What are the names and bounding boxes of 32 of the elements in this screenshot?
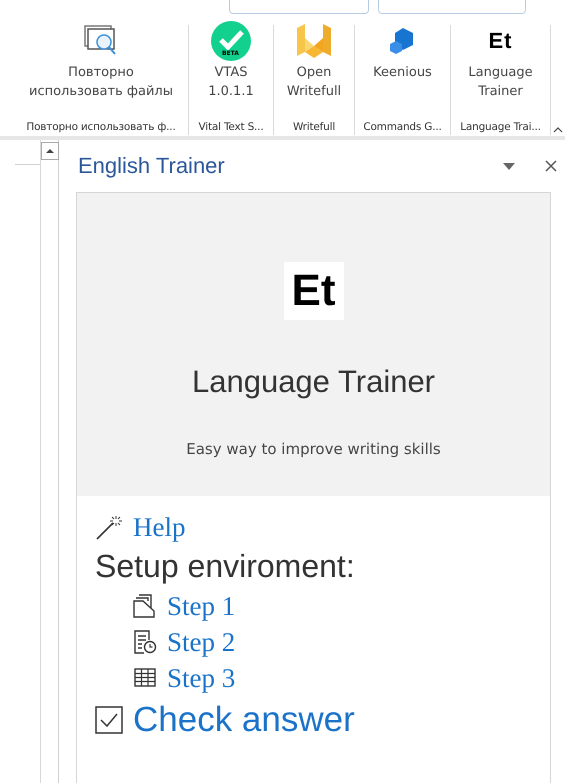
pane-title: English Trainer bbox=[78, 153, 225, 179]
step-link[interactable]: Step 3 bbox=[167, 660, 236, 696]
group-label: Commands G... bbox=[363, 121, 442, 135]
logo-text: Et bbox=[284, 262, 344, 320]
section-heading: Setup enviroment: bbox=[95, 547, 356, 586]
checkbox-icon bbox=[95, 706, 123, 734]
hero-subtitle: Easy way to improve writing skills bbox=[186, 440, 441, 458]
logo-text: Et bbox=[488, 28, 512, 54]
group-label: Vital Text S... bbox=[198, 121, 264, 135]
group-label: Повторно использовать ф... bbox=[26, 121, 176, 135]
scroll-up-icon[interactable] bbox=[41, 142, 59, 160]
close-icon[interactable] bbox=[545, 160, 557, 172]
folder-icon bbox=[133, 594, 157, 618]
w-logo-icon bbox=[295, 22, 333, 60]
ribbon-button[interactable]: Et Language Trainer bbox=[468, 19, 533, 105]
group-label: Language Trai... bbox=[460, 121, 541, 135]
help-link[interactable]: Help bbox=[133, 510, 186, 544]
dropdown-icon[interactable] bbox=[503, 162, 515, 170]
magic-wand-icon bbox=[95, 513, 123, 541]
group-label: Writefull bbox=[292, 121, 336, 135]
ribbon-button[interactable]: Keenious bbox=[373, 19, 432, 105]
step-link[interactable]: Step 1 bbox=[167, 588, 236, 624]
hero-title: Language Trainer bbox=[192, 364, 436, 400]
collapse-caret-icon[interactable] bbox=[553, 127, 563, 133]
input-field[interactable] bbox=[378, 0, 526, 14]
ribbon-button[interactable]: Open Writefull bbox=[286, 19, 342, 105]
document-clock-icon bbox=[133, 630, 157, 654]
step-link[interactable]: Step 2 bbox=[167, 624, 236, 660]
input-field[interactable] bbox=[229, 0, 369, 14]
ribbon-button[interactable]: Повторно использовать файлы bbox=[29, 19, 173, 105]
check-answer-link[interactable]: Check answer bbox=[133, 698, 355, 742]
hexagon-icon bbox=[389, 26, 416, 56]
